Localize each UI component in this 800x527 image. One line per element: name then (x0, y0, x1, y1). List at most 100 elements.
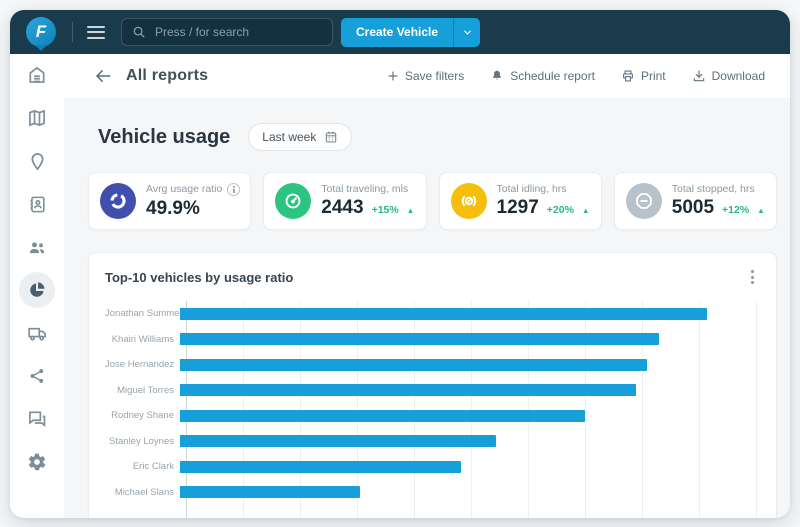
stopped-circle (625, 183, 662, 219)
app-logo-icon[interactable]: F (26, 17, 56, 47)
usage-ratio-circle (100, 183, 136, 219)
calendar-icon (326, 131, 337, 143)
app-window: F Create Vehicle All reports Save filter… (10, 10, 790, 518)
sidebar-item-vehicles[interactable] (20, 322, 54, 344)
bar-label: Eric Clark (132, 461, 174, 473)
sidebar-item-settings[interactable] (20, 451, 54, 473)
top-bar: F Create Vehicle (10, 10, 790, 54)
back-button[interactable] (94, 67, 112, 85)
bar-label: Rodney Shane (111, 410, 174, 422)
stat-card-stopped: Total stopped, hrs 5005 +12% ▲ (613, 172, 777, 230)
chart-rows: Jonathan Summers Khairi Williams Jose Hern… (105, 301, 760, 505)
sidebar-item-home[interactable] (20, 64, 54, 86)
bar-track (180, 307, 760, 320)
bar[interactable] (180, 333, 659, 346)
sidebar-item-messages[interactable] (20, 408, 54, 430)
people-icon (29, 242, 45, 254)
search-icon (133, 26, 145, 38)
bar-chart: Jonathan Summers Khairi Williams Jose Hern… (105, 301, 760, 518)
stat-card-idling: Total idling, hrs 1297 +20% ▲ (438, 172, 602, 230)
chart-title: Top-10 vehicles by usage ratio (105, 269, 294, 285)
chart-row: Stanley Loynes (105, 429, 760, 455)
info-icon[interactable] (227, 182, 241, 196)
bar[interactable] (180, 307, 707, 320)
main-content: Vehicle usage Last week Avrg usage ratio (64, 98, 790, 518)
stop-octagon-icon (635, 193, 652, 209)
sidebar-item-contacts[interactable] (20, 193, 54, 215)
map-icon (29, 109, 45, 127)
date-range-filter[interactable]: Last week (248, 123, 353, 151)
report-header: All reports Save filters Schedule report… (64, 54, 790, 98)
arrow-left-icon (95, 70, 111, 82)
create-vehicle-button[interactable]: Create Vehicle (341, 17, 454, 47)
pie-chart-icon (30, 282, 45, 297)
bell-icon (493, 70, 502, 80)
share-icon (30, 369, 44, 383)
action-label: Save filters (404, 69, 465, 83)
bar[interactable] (180, 358, 648, 371)
action-label: Print (640, 69, 666, 83)
bar-track (180, 409, 760, 422)
chart-row: Jonathan Summers (105, 301, 760, 327)
search-box[interactable] (121, 18, 333, 46)
stat-value: 2443 (321, 197, 364, 218)
sidebar-item-tracking[interactable] (20, 150, 54, 172)
idling-circle (450, 183, 487, 219)
save-filters-button[interactable]: Save filters (387, 69, 464, 83)
top-vehicles-chart-card: Top-10 vehicles by usage ratio Jonathan … (88, 252, 777, 518)
stat-label: Avrg usage ratio (146, 183, 223, 195)
donut-ring-icon (110, 193, 126, 209)
printer-icon (623, 70, 633, 82)
stat-delta: +15% (371, 204, 399, 216)
bar-track (180, 486, 760, 499)
stat-label: Total idling, hrs (496, 183, 567, 195)
bar[interactable] (180, 486, 361, 499)
print-button[interactable]: Print (621, 69, 666, 83)
stat-delta: +20% (546, 204, 574, 216)
stat-delta: +12% (722, 204, 750, 216)
trend-up-icon: ▲ (757, 206, 765, 215)
page-title: Vehicle usage (98, 125, 231, 148)
chat-icon (29, 411, 46, 427)
idle-icon (461, 195, 476, 207)
stat-label: Total stopped, hrs (671, 183, 755, 195)
download-button[interactable]: Download (692, 69, 765, 83)
menu-hamburger-icon[interactable] (87, 25, 105, 39)
bar[interactable] (180, 460, 462, 473)
action-label: Download (711, 69, 765, 83)
plus-icon (388, 71, 398, 81)
sidebar-item-reports[interactable] (19, 272, 55, 308)
topbar-divider (72, 22, 73, 42)
garage-home-icon (29, 66, 45, 83)
create-vehicle-dropdown-button[interactable] (453, 17, 481, 47)
bar[interactable] (180, 409, 586, 422)
trend-up-icon: ▲ (406, 206, 415, 215)
chart-row: Rodney Shane (105, 403, 760, 429)
truck-icon (27, 327, 46, 341)
chevron-down-icon (463, 30, 471, 35)
chart-row: Michael Slans (105, 480, 760, 506)
bar-label: Stanley Loynes (109, 435, 174, 447)
bar-label: Jose Hernandez (105, 359, 175, 371)
sidebar-item-map[interactable] (20, 107, 54, 129)
bar-track (180, 435, 760, 448)
stat-value: 1297 (496, 197, 539, 218)
sidebar-item-drivers[interactable] (20, 236, 54, 258)
chart-row: Jose Hernandez (105, 352, 760, 378)
page-breadcrumb-title: All reports (126, 67, 209, 84)
bar-label: Jonathan Summers (105, 308, 188, 320)
stat-value: 49.9% (146, 197, 200, 219)
bar-track (180, 460, 760, 473)
action-label: Schedule report (510, 69, 595, 83)
bar[interactable] (180, 435, 496, 448)
chart-menu-kebab-icon[interactable] (745, 267, 760, 287)
search-input[interactable] (155, 25, 322, 39)
chart-row: Khairi Williams (105, 327, 760, 353)
contacts-book-icon (29, 196, 45, 212)
bar[interactable] (180, 384, 636, 397)
gear-icon (28, 453, 46, 471)
sidebar-item-share[interactable] (20, 365, 54, 387)
create-vehicle-split-button: Create Vehicle (341, 17, 481, 47)
sidebar-nav (10, 54, 64, 518)
schedule-report-button[interactable]: Schedule report (490, 69, 595, 83)
